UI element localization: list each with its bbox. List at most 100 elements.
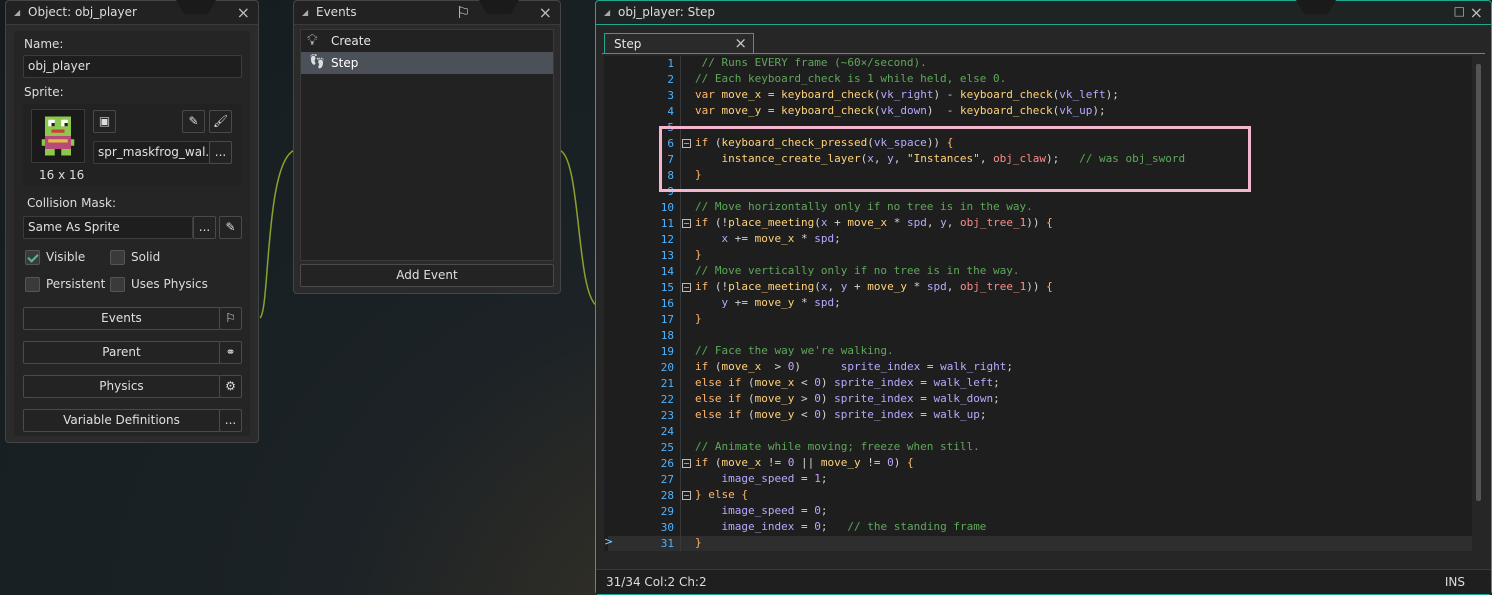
line-number: 28 (660, 489, 674, 502)
line-number: 22 (660, 393, 674, 406)
line-number: 11 (660, 217, 674, 230)
fold-toggle-icon[interactable]: − (682, 219, 691, 228)
events-flag-button[interactable]: ⚐ (219, 307, 242, 330)
line-number: 29 (660, 505, 674, 518)
lightbulb-icon: 💡︎ (307, 31, 318, 49)
object-panel-titlebar: ◢ Object: obj_player × (6, 0, 258, 25)
collapse-triangle-icon[interactable]: ◢ (604, 8, 610, 17)
persistent-label: Persistent (46, 277, 106, 291)
variable-definitions-button[interactable]: Variable Definitions (23, 409, 220, 432)
close-icon[interactable]: × (1470, 3, 1483, 22)
solid-label: Solid (131, 250, 161, 264)
object-panel-title: Object: obj_player (28, 5, 137, 19)
code-line: // Each keyboard_check is 1 while held, … (695, 72, 1007, 85)
line-number: 10 (660, 201, 674, 214)
parent-button[interactable]: Parent (23, 341, 220, 364)
line-number: 16 (660, 297, 674, 310)
physics-gear-button[interactable]: ⚙ (219, 375, 242, 398)
events-panel: ◢ Events ⚐ × 💡︎ Create 👣︎ Step Add Event (293, 0, 561, 294)
ellipsis-icon: ... (198, 220, 211, 234)
parent-icon-button[interactable]: ⚭ (219, 341, 242, 364)
code-window-titlebar: ◢ obj_player: Step □ × (596, 0, 1491, 25)
events-button[interactable]: Events (23, 307, 220, 330)
paint-sprite-button[interactable]: 🖌 (209, 110, 232, 133)
code-line: if (move_x > 0) sprite_index = walk_righ… (695, 360, 1013, 373)
visible-checkbox[interactable] (25, 250, 40, 265)
collision-mask-label: Collision Mask: (27, 196, 117, 210)
line-number: 21 (660, 377, 674, 390)
name-input[interactable]: obj_player (23, 55, 242, 78)
code-line: if (!place_meeting(x + move_x * spd, y, … (695, 216, 1053, 229)
uses-physics-checkbox[interactable] (110, 277, 125, 292)
code-line: else if (move_x < 0) sprite_index = walk… (695, 376, 1000, 389)
code-line: // Move horizontally only if no tree is … (695, 200, 1033, 213)
line-number: 19 (660, 345, 674, 358)
sprite-size: 16 x 16 (39, 168, 85, 182)
mask-edit-button[interactable]: ✎ (219, 216, 242, 239)
current-line-arrow-icon: > (604, 535, 614, 548)
line-number: 1 (667, 57, 674, 70)
line-number: 4 (667, 105, 674, 118)
vertical-scrollbar[interactable] (1474, 56, 1484, 551)
close-icon[interactable]: × (539, 3, 552, 22)
current-line-highlight (608, 536, 1472, 551)
new-sprite-icon: ▣ (98, 114, 111, 128)
tab-divider (602, 53, 1485, 54)
persistent-checkbox[interactable] (25, 277, 40, 292)
event-item-step[interactable]: 👣︎ Step (301, 52, 553, 74)
collapse-triangle-icon[interactable]: ◢ (302, 8, 308, 17)
tab-step[interactable]: Step × (604, 33, 754, 54)
close-icon[interactable]: × (237, 3, 250, 22)
line-number: 15 (660, 281, 674, 294)
edit-sprite-button[interactable]: ✎ (182, 110, 205, 133)
gear-icon: ⚙ (225, 379, 236, 393)
code-line: } (695, 536, 702, 549)
line-number: 13 (660, 249, 674, 262)
code-line: else if (move_y > 0) sprite_index = walk… (695, 392, 1000, 405)
line-number: 12 (660, 233, 674, 246)
code-line: } (695, 248, 702, 261)
code-window-title: obj_player: Step (618, 5, 715, 19)
event-item-create[interactable]: 💡︎ Create (301, 30, 553, 52)
uses-physics-label: Uses Physics (131, 277, 208, 291)
highlight-box (659, 126, 1251, 192)
scrollbar-thumb[interactable] (1476, 64, 1481, 501)
line-number: 24 (660, 425, 674, 438)
fold-toggle-icon[interactable]: − (682, 459, 691, 468)
mask-more-button[interactable]: ... (193, 216, 216, 239)
code-line: y += move_y * spd; (721, 296, 841, 309)
sprite-select[interactable]: spr_maskfrog_wal... (93, 141, 210, 164)
line-number: 18 (660, 329, 674, 342)
collision-mask-select[interactable]: Same As Sprite (23, 216, 193, 239)
vardef-more-button[interactable]: ... (219, 409, 242, 432)
line-number: 20 (660, 361, 674, 374)
fold-toggle-icon[interactable]: − (682, 491, 691, 500)
hierarchy-icon: ⚭ (225, 345, 236, 359)
line-number: 17 (660, 313, 674, 326)
add-event-button[interactable]: Add Event (300, 264, 554, 287)
new-sprite-button[interactable]: ▣ (93, 110, 116, 133)
code-line: else if (move_y < 0) sprite_index = walk… (695, 408, 987, 421)
tab-close-icon[interactable]: × (734, 34, 747, 52)
code-line: image_index = 0; // the standing frame (721, 520, 987, 533)
code-line: var move_x = keyboard_check(vk_right) - … (695, 88, 1119, 101)
code-line: } (695, 312, 702, 325)
fold-toggle-icon[interactable]: − (682, 283, 691, 292)
sprite-preview[interactable] (31, 109, 85, 163)
sprite-more-button[interactable]: ... (209, 141, 232, 164)
events-panel-title: Events (316, 5, 357, 19)
line-number: 3 (667, 89, 674, 102)
collapse-triangle-icon[interactable]: ◢ (14, 8, 20, 17)
solid-checkbox[interactable] (110, 250, 125, 265)
code-line: if (move_x != 0 || move_y != 0) { (695, 456, 914, 469)
code-line: // Face the way we're walking. (695, 344, 894, 357)
maximize-icon[interactable]: □ (1454, 4, 1465, 18)
edit-mask-icon: ✎ (225, 220, 236, 234)
flag-icon: ⚐ (225, 311, 236, 325)
flag-icon[interactable]: ⚐ (456, 3, 470, 22)
physics-button[interactable]: Physics (23, 375, 220, 398)
line-number: 27 (660, 473, 674, 486)
object-panel: ◢ Object: obj_player × Name: obj_player … (5, 0, 259, 443)
line-number: 14 (660, 265, 674, 278)
ellipsis-icon: ... (214, 145, 227, 159)
